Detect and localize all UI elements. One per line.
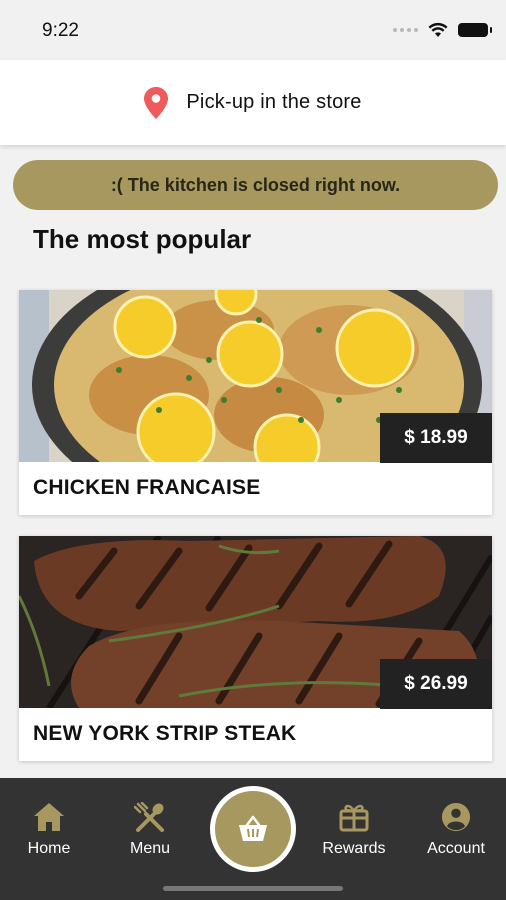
user-icon [441, 802, 471, 832]
banner-message: :( The kitchen is closed right now. [110, 174, 401, 195]
location-pin-icon [144, 86, 169, 119]
pickup-selector[interactable]: Pick-up in the store [0, 60, 506, 145]
battery-icon [458, 23, 492, 37]
nav-rewards[interactable]: Rewards [309, 802, 399, 858]
nav-rewards-label: Rewards [322, 840, 386, 857]
utensils-icon [134, 802, 164, 832]
gift-icon [339, 804, 369, 832]
product-name: CHICKEN FRANCAISE [33, 476, 261, 499]
bottom-nav: Home Menu Rewards Account [0, 778, 506, 900]
kitchen-closed-banner: :( The kitchen is closed right now. [13, 160, 498, 210]
wifi-icon [428, 22, 448, 37]
status-icons [393, 22, 492, 38]
nav-home-label: Home [27, 840, 71, 857]
product-card-chicken-francaise[interactable]: $ 18.99 CHICKEN FRANCAISE [19, 290, 492, 515]
status-bar: 9:22 [0, 0, 506, 60]
signal-icon [393, 28, 418, 32]
price-tag: $ 18.99 [380, 413, 492, 463]
pickup-label: Pick-up in the store [186, 91, 362, 113]
product-card-strip-steak[interactable]: $ 26.99 NEW YORK STRIP STEAK [19, 536, 492, 761]
nav-account-label: Account [427, 840, 485, 857]
product-name: NEW YORK STRIP STEAK [33, 722, 297, 745]
home-indicator [163, 886, 343, 891]
nav-home[interactable]: Home [4, 802, 94, 858]
nav-menu-label: Menu [129, 840, 171, 857]
cart-button[interactable] [210, 786, 296, 872]
price-tag: $ 26.99 [380, 659, 492, 709]
nav-menu[interactable]: Menu [105, 802, 195, 858]
basket-icon [239, 815, 267, 841]
section-title: The most popular [33, 224, 252, 254]
home-icon [34, 803, 64, 831]
nav-account[interactable]: Account [411, 802, 501, 858]
status-time: 9:22 [42, 20, 79, 41]
